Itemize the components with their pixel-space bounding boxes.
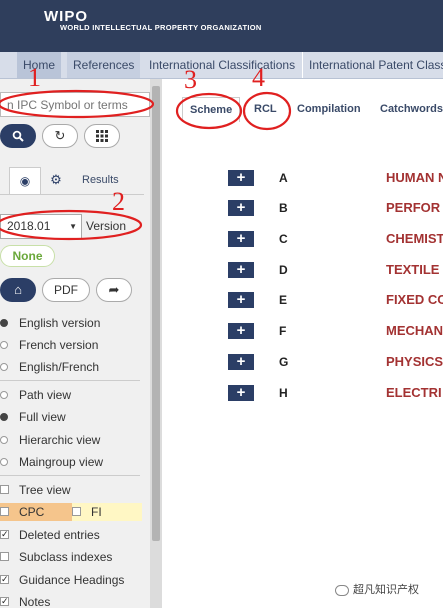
section-code[interactable]: G bbox=[279, 355, 288, 369]
section-code[interactable]: C bbox=[279, 232, 288, 246]
section-code[interactable]: F bbox=[279, 324, 286, 338]
search-field[interactable] bbox=[0, 92, 150, 117]
version-value: 2018.01 bbox=[7, 219, 51, 233]
expand-plus-icon[interactable]: + bbox=[228, 200, 254, 216]
tab-divider bbox=[0, 194, 144, 195]
home-button[interactable]: ⌂ bbox=[0, 278, 36, 302]
pdf-button[interactable]: PDF bbox=[42, 278, 90, 302]
nav-home[interactable]: Home bbox=[17, 52, 62, 78]
grid-button[interactable] bbox=[84, 124, 120, 148]
section-code[interactable]: A bbox=[279, 171, 288, 185]
checkbox-subclass-indexes[interactable] bbox=[0, 552, 9, 561]
section-title[interactable]: PHYSICS bbox=[386, 354, 443, 369]
tab-view[interactable]: ◉ bbox=[9, 167, 41, 195]
nav-international-classifications[interactable]: International Classifications bbox=[143, 52, 301, 78]
tab-scheme[interactable]: Scheme bbox=[182, 97, 241, 122]
checkbox-deleted-entries[interactable]: ✓ bbox=[0, 530, 9, 539]
site-header: WIPO WORLD INTELLECTUAL PROPERTY ORGANIZ… bbox=[0, 0, 443, 52]
section-code[interactable]: B bbox=[279, 201, 288, 215]
tab-catchwords[interactable]: Catchwords bbox=[373, 97, 443, 122]
section-code[interactable]: H bbox=[279, 386, 288, 400]
section-code[interactable]: D bbox=[279, 263, 288, 277]
nav-references[interactable]: References bbox=[67, 52, 141, 78]
tab-settings[interactable]: ⚙ bbox=[46, 167, 66, 193]
section-title[interactable]: PERFOR bbox=[386, 200, 440, 215]
tab-rcl[interactable]: RCL bbox=[247, 97, 284, 122]
watermark: 超凡知识产权 bbox=[335, 581, 419, 597]
checkbox-guidance-headings[interactable]: ✓ bbox=[0, 575, 9, 584]
radio-english-version[interactable] bbox=[0, 319, 8, 327]
section-title[interactable]: MECHAN bbox=[386, 323, 443, 338]
checkbox-notes[interactable]: ✓ bbox=[0, 597, 9, 606]
radio-full-view[interactable] bbox=[0, 413, 8, 421]
search-input[interactable] bbox=[1, 93, 149, 116]
divider bbox=[0, 475, 140, 476]
search-button[interactable] bbox=[0, 124, 36, 148]
eye-icon: ◉ bbox=[19, 174, 31, 188]
section-title[interactable]: FIXED CO bbox=[386, 292, 443, 307]
expand-plus-icon[interactable]: + bbox=[228, 231, 254, 247]
expand-plus-icon[interactable]: + bbox=[228, 323, 254, 339]
radio-french-version[interactable] bbox=[0, 341, 8, 349]
section-title[interactable]: TEXTILE bbox=[386, 262, 439, 277]
checkbox-tree-view[interactable] bbox=[0, 485, 9, 494]
radio-hierarchic-view[interactable] bbox=[0, 436, 8, 444]
nav-international-patent-classification[interactable]: International Patent Classi bbox=[302, 52, 443, 78]
gear-icon: ⚙ bbox=[50, 172, 62, 187]
tab-results[interactable]: Results bbox=[82, 174, 119, 186]
wipo-logo-subtitle: WORLD INTELLECTUAL PROPERTY ORGANIZATION bbox=[60, 23, 262, 32]
expand-plus-icon[interactable]: + bbox=[228, 262, 254, 278]
radio-path-view[interactable] bbox=[0, 391, 8, 399]
home-icon: ⌂ bbox=[14, 282, 22, 297]
section-code[interactable]: E bbox=[279, 293, 287, 307]
expand-plus-icon[interactable]: + bbox=[228, 170, 254, 186]
wechat-icon bbox=[335, 584, 349, 596]
checkbox-fi[interactable] bbox=[72, 507, 81, 516]
main-nav: Home References International Classifica… bbox=[0, 52, 443, 79]
chevron-down-icon: ▼ bbox=[69, 222, 77, 231]
sidebar-scroll-thumb[interactable] bbox=[152, 86, 160, 541]
version-select[interactable]: 2018.01 ▼ bbox=[0, 214, 82, 239]
share-button[interactable]: ➦ bbox=[96, 278, 132, 302]
checkbox-cpc[interactable] bbox=[0, 507, 9, 516]
section-title[interactable]: HUMAN N bbox=[386, 170, 443, 185]
expand-plus-icon[interactable]: + bbox=[228, 292, 254, 308]
refresh-icon: ↻ bbox=[54, 128, 66, 143]
tab-compilation[interactable]: Compilation bbox=[290, 97, 368, 122]
divider bbox=[0, 380, 140, 381]
section-title[interactable]: ELECTRI bbox=[386, 385, 442, 400]
scheme-tabs: Scheme RCL Compilation Catchwords bbox=[162, 97, 443, 122]
watermark-text: 超凡知识产权 bbox=[353, 584, 419, 596]
share-icon: ➦ bbox=[108, 282, 120, 297]
section-title[interactable]: CHEMIST bbox=[386, 231, 443, 246]
expand-plus-icon[interactable]: + bbox=[228, 385, 254, 401]
search-icon bbox=[12, 130, 24, 142]
refresh-button[interactable]: ↻ bbox=[42, 124, 78, 148]
none-badge[interactable]: None bbox=[0, 245, 55, 267]
grid-icon bbox=[96, 130, 108, 142]
radio-maingroup-view[interactable] bbox=[0, 458, 8, 466]
expand-plus-icon[interactable]: + bbox=[228, 354, 254, 370]
radio-english-french[interactable] bbox=[0, 363, 8, 371]
version-label: Version bbox=[86, 219, 127, 233]
